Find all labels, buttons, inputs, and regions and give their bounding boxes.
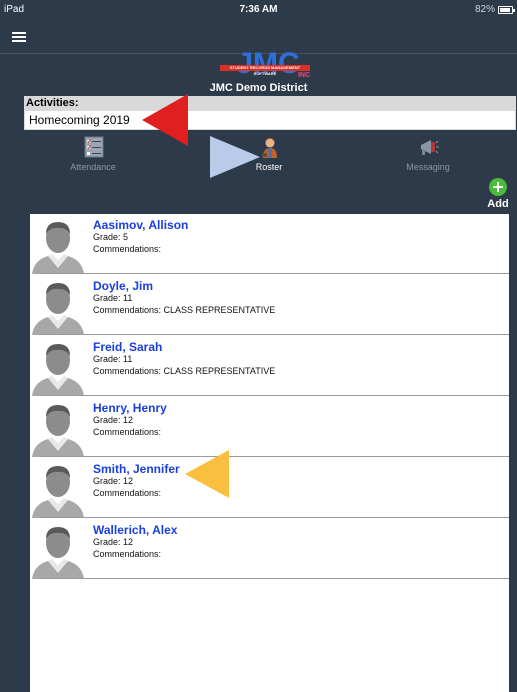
blue-pointer-arrow-icon xyxy=(210,136,260,178)
student-grade: Grade: 12 xyxy=(93,415,134,425)
student-row[interactable]: Freid, Sarah Grade: 11 Commendations: CL… xyxy=(30,336,509,396)
orange-pointer-arrow-icon xyxy=(185,450,229,498)
row-divider xyxy=(40,517,509,518)
tab-messaging[interactable]: Messaging xyxy=(383,136,473,176)
student-row[interactable]: Doyle, Jim Grade: 11 Commendations: CLAS… xyxy=(30,275,509,335)
student-commendations: Commendations: xyxy=(93,427,162,437)
row-divider xyxy=(40,395,509,396)
student-row[interactable]: Smith, Jennifer Grade: 12 Commendations: xyxy=(30,458,509,518)
hamburger-menu-icon[interactable] xyxy=(12,32,26,43)
student-commendations: Commendations: CLASS REPRESENTATIVE xyxy=(93,305,276,315)
row-divider xyxy=(40,456,509,457)
add-button[interactable]: Add xyxy=(485,178,511,212)
row-divider xyxy=(40,578,509,579)
student-icon xyxy=(262,137,277,158)
avatar-icon xyxy=(32,344,84,396)
avatar-icon xyxy=(32,466,84,518)
tab-attendance[interactable]: Attendance xyxy=(48,136,138,176)
student-commendations: Commendations: CLASS REPRESENTATIVE xyxy=(93,366,276,376)
logo-inc: INC xyxy=(297,72,310,79)
logo-strip: STUDENT RECORDS MANAGEMENT SOFTWARE xyxy=(220,65,310,76)
add-label: Add xyxy=(487,198,509,210)
student-name[interactable]: Freid, Sarah xyxy=(93,340,162,354)
tab-messaging-label: Messaging xyxy=(406,162,450,172)
student-name[interactable]: Aasimov, Allison xyxy=(93,218,188,232)
student-name[interactable]: Henry, Henry xyxy=(93,401,167,415)
megaphone-icon xyxy=(421,140,439,155)
tab-attendance-label: Attendance xyxy=(70,162,116,172)
student-grade: Grade: 11 xyxy=(93,293,133,303)
student-grade: Grade: 11 xyxy=(93,354,133,364)
student-row[interactable]: Aasimov, Allison Grade: 5 Commendations: xyxy=(30,214,509,274)
battery-percent: 82% xyxy=(474,4,495,15)
jmc-logo: JMC STUDENT RECORDS MANAGEMENT SOFTWARE … xyxy=(218,47,318,80)
student-name[interactable]: Doyle, Jim xyxy=(93,279,153,293)
student-commendations: Commendations: xyxy=(93,244,162,254)
roster-list: Aasimov, Allison Grade: 5 Commendations:… xyxy=(30,214,509,692)
student-row[interactable]: Henry, Henry Grade: 12 Commendations: xyxy=(30,397,509,457)
district-title: JMC Demo District xyxy=(209,82,308,94)
row-divider xyxy=(40,334,509,335)
activities-selector[interactable]: Homecoming 2019 xyxy=(24,110,516,130)
row-divider xyxy=(40,273,509,274)
student-commendations: Commendations: xyxy=(93,549,162,559)
red-pointer-arrow-icon xyxy=(142,94,188,146)
status-bar: iPad 7:36 AM 82% xyxy=(0,0,517,20)
avatar-icon xyxy=(32,527,84,579)
plus-circle-icon xyxy=(489,178,507,196)
student-grade: Grade: 12 xyxy=(93,476,134,486)
student-commendations: Commendations: xyxy=(93,488,162,498)
battery-icon xyxy=(498,6,515,14)
avatar-icon xyxy=(32,405,84,457)
student-name[interactable]: Smith, Jennifer xyxy=(93,462,180,476)
student-grade: Grade: 5 xyxy=(93,232,129,242)
avatar-icon xyxy=(32,222,84,274)
student-name[interactable]: Wallerich, Alex xyxy=(93,523,177,537)
activities-label: Activities: xyxy=(24,96,516,110)
student-grade: Grade: 12 xyxy=(93,537,134,547)
clock: 7:36 AM xyxy=(239,4,278,15)
avatar-icon xyxy=(32,283,84,335)
student-row[interactable]: Wallerich, Alex Grade: 12 Commendations: xyxy=(30,519,509,579)
checklist-icon xyxy=(84,136,104,158)
